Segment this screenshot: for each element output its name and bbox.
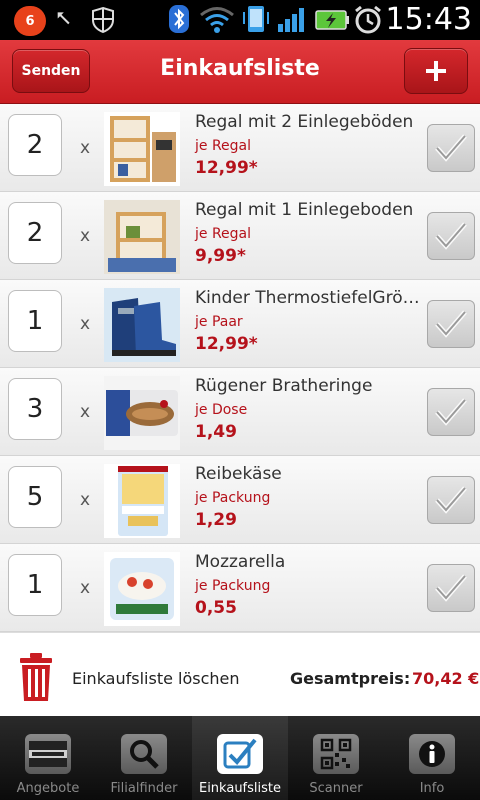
item-checkbox[interactable]: [427, 300, 475, 348]
quantity-field[interactable]: 1: [8, 290, 62, 352]
product-unit: je Dose: [195, 402, 248, 418]
app-header: Senden Einkaufsliste: [0, 40, 480, 104]
item-checkbox[interactable]: [427, 212, 475, 260]
product-name: Regal mit 2 Einlegeböden: [195, 112, 414, 132]
quantity-field[interactable]: 5: [8, 466, 62, 528]
trash-icon[interactable]: [18, 653, 54, 703]
total-label: Gesamtpreis:: [290, 669, 411, 688]
checkmark-icon: [435, 398, 467, 426]
alarm-clock-icon: [355, 5, 381, 34]
item-checkbox[interactable]: [427, 564, 475, 612]
list-item[interactable]: 3 x Rügener Bratheringe je Dose 1,49: [0, 368, 480, 456]
product-price: 0,55: [195, 598, 237, 618]
product-unit: je Packung: [195, 578, 271, 594]
product-price: 12,99*: [195, 158, 258, 178]
checkmark-icon: [435, 222, 467, 250]
product-name: Regal mit 1 Einlegeboden: [195, 200, 414, 220]
wifi-icon: [200, 7, 234, 33]
product-price: 1,29: [195, 510, 237, 530]
product-image: [104, 112, 180, 186]
multiply-sign: x: [80, 314, 91, 334]
product-image: [104, 200, 180, 274]
info-icon: [409, 734, 455, 774]
product-image: [104, 376, 180, 450]
list-item[interactable]: 5 x Reibekäse je Packung 1,29: [0, 456, 480, 544]
quantity-field[interactable]: 2: [8, 202, 62, 264]
product-name: Kinder ThermostiefelGröß…: [195, 288, 423, 308]
product-unit: je Packung: [195, 490, 271, 506]
product-unit: je Regal: [195, 226, 252, 242]
bottom-tab-bar: Angebote Filialfinder Einkaufsliste Scan…: [0, 716, 480, 800]
product-name: Mozzarella: [195, 552, 286, 572]
plus-icon: [426, 61, 446, 81]
tab-label: Info: [419, 781, 445, 796]
add-item-button[interactable]: [404, 48, 468, 94]
search-icon: [121, 734, 167, 774]
shopping-list: 2 x Regal mit 2 Einlegeböden je Regal 12…: [0, 104, 480, 632]
multiply-sign: x: [80, 578, 91, 598]
status-clock: 15:43: [385, 2, 472, 37]
tab-einkaufsliste[interactable]: Einkaufsliste: [192, 716, 288, 800]
list-footer: Einkaufsliste löschen Gesamtpreis: 70,42…: [0, 632, 480, 716]
product-price: 1,49: [195, 422, 237, 442]
product-unit: je Paar: [195, 314, 243, 330]
checkmark-icon: [435, 574, 467, 602]
tab-label: Scanner: [309, 781, 363, 796]
product-image: [104, 552, 180, 626]
list-item[interactable]: 1 x Mozzarella je Packung 0,55: [0, 544, 480, 632]
battery-charging-icon: [315, 10, 349, 30]
total-price: 70,42 €: [412, 669, 480, 688]
tab-scanner[interactable]: Scanner: [288, 716, 384, 800]
norma-logo-icon: [25, 734, 71, 774]
product-unit: je Regal: [195, 138, 252, 154]
tab-label: Angebote: [16, 781, 80, 796]
status-bar: 6 ⭦ 15:43: [0, 0, 480, 40]
quantity-field[interactable]: 2: [8, 114, 62, 176]
qr-code-icon: [313, 734, 359, 774]
item-checkbox[interactable]: [427, 476, 475, 524]
product-name: Reibekäse: [195, 464, 282, 484]
tab-info[interactable]: Info: [384, 716, 480, 800]
product-price: 12,99*: [195, 334, 258, 354]
list-item[interactable]: 2 x Regal mit 1 Einlegeboden je Regal 9,…: [0, 192, 480, 280]
checkmark-icon: [435, 486, 467, 514]
quantity-field[interactable]: 1: [8, 554, 62, 616]
quantity-field[interactable]: 3: [8, 378, 62, 440]
product-image: [104, 464, 180, 538]
list-item[interactable]: 2 x Regal mit 2 Einlegeböden je Regal 12…: [0, 104, 480, 192]
clear-list-button[interactable]: Einkaufsliste löschen: [72, 669, 240, 688]
notification-badge: 6: [14, 6, 46, 36]
checkmark-icon: [435, 134, 467, 162]
product-name: Rügener Bratheringe: [195, 376, 373, 396]
tab-label: Filialfinder: [110, 781, 178, 796]
list-item[interactable]: 1 x Kinder ThermostiefelGröß… je Paar 12…: [0, 280, 480, 368]
checklist-icon: [217, 734, 263, 774]
product-image: [104, 288, 180, 362]
multiply-sign: x: [80, 138, 91, 158]
signal-strength-icon: [278, 8, 304, 32]
shield-icon: [92, 6, 114, 34]
tab-angebote[interactable]: Angebote: [0, 716, 96, 800]
phone-vibrate-icon: [243, 6, 269, 32]
multiply-sign: x: [80, 402, 91, 422]
item-checkbox[interactable]: [427, 124, 475, 172]
multiply-sign: x: [80, 226, 91, 246]
tab-filialfinder[interactable]: Filialfinder: [96, 716, 192, 800]
bluetooth-icon: [169, 5, 189, 33]
usb-icon: ⭦: [56, 7, 71, 32]
product-price: 9,99*: [195, 246, 246, 266]
multiply-sign: x: [80, 490, 91, 510]
tab-label: Einkaufsliste: [198, 781, 281, 796]
item-checkbox[interactable]: [427, 388, 475, 436]
checkmark-icon: [435, 310, 467, 338]
